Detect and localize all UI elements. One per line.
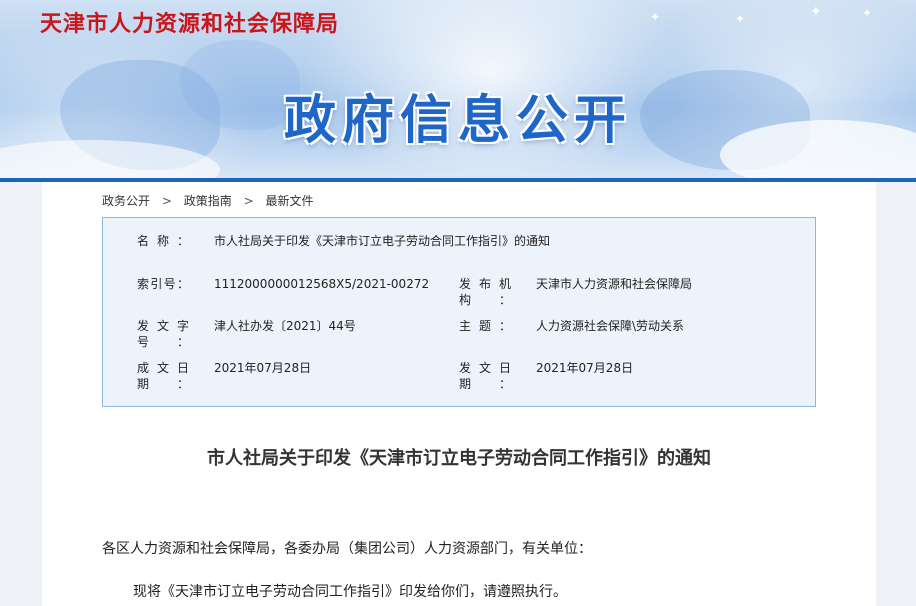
meta-label-created-date: 成文日期：: [137, 361, 189, 391]
meta-value-issued-date: 2021年07月28日: [536, 361, 634, 375]
dove-icon: ✦: [735, 12, 746, 26]
breadcrumb-separator: >: [161, 194, 172, 208]
meta-label-publisher: 发布机构：: [459, 277, 511, 307]
meta-value-docno: 津人社办发〔2021〕44号: [214, 319, 356, 333]
meta-label-docno: 发文字号：: [137, 319, 189, 349]
meta-label-name: 名称：: [137, 234, 189, 248]
document-salutation: 各区人力资源和社会保障局，各委办局（集团公司）人力资源部门，有关单位：: [102, 541, 592, 557]
document-meta-panel: 名称： 市人社局关于印发《天津市订立电子劳动合同工作指引》的通知 索引号： 11…: [102, 217, 816, 407]
banner-title: 政府信息公开: [283, 91, 632, 151]
meta-value-subject: 人力资源社会保障\劳动关系: [536, 319, 685, 333]
meta-label-subject: 主题：: [459, 319, 511, 333]
breadcrumb-item-policy-guide[interactable]: 政策指南: [184, 194, 232, 208]
meta-value-index: 1112000000012568X5/2021-00272: [214, 277, 430, 291]
document-body-paragraph: 现将《天津市订立电子劳动合同工作指引》印发给你们，请遵照执行。: [133, 584, 567, 600]
content-area: 政务公开 > 政策指南 > 最新文件 名称： 市人社局关于印发《天津市订立电子劳…: [42, 182, 876, 606]
header-banner: ✦ ✦ ✦ ✦ 天津市人力资源和社会保障局 政府信息公开: [0, 0, 916, 180]
dove-icon: ✦: [810, 4, 822, 20]
dove-icon: ✦: [650, 10, 661, 24]
breadcrumb-item-gov-affairs[interactable]: 政务公开: [102, 194, 150, 208]
breadcrumb-item-latest-files[interactable]: 最新文件: [265, 194, 313, 208]
dove-icon: ✦: [862, 6, 873, 20]
meta-value-publisher: 天津市人力资源和社会保障局: [536, 277, 693, 291]
meta-label-index: 索引号：: [137, 277, 189, 291]
document-title: 市人社局关于印发《天津市订立电子劳动合同工作指引》的通知: [207, 448, 711, 469]
meta-value-name: 市人社局关于印发《天津市订立电子劳动合同工作指引》的通知: [214, 234, 551, 248]
site-name[interactable]: 天津市人力资源和社会保障局: [40, 6, 339, 38]
meta-label-issued-date: 发文日期：: [459, 361, 511, 391]
meta-value-created-date: 2021年07月28日: [214, 361, 312, 375]
breadcrumb-separator: >: [243, 194, 254, 208]
breadcrumb: 政务公开 > 政策指南 > 最新文件: [102, 192, 313, 209]
